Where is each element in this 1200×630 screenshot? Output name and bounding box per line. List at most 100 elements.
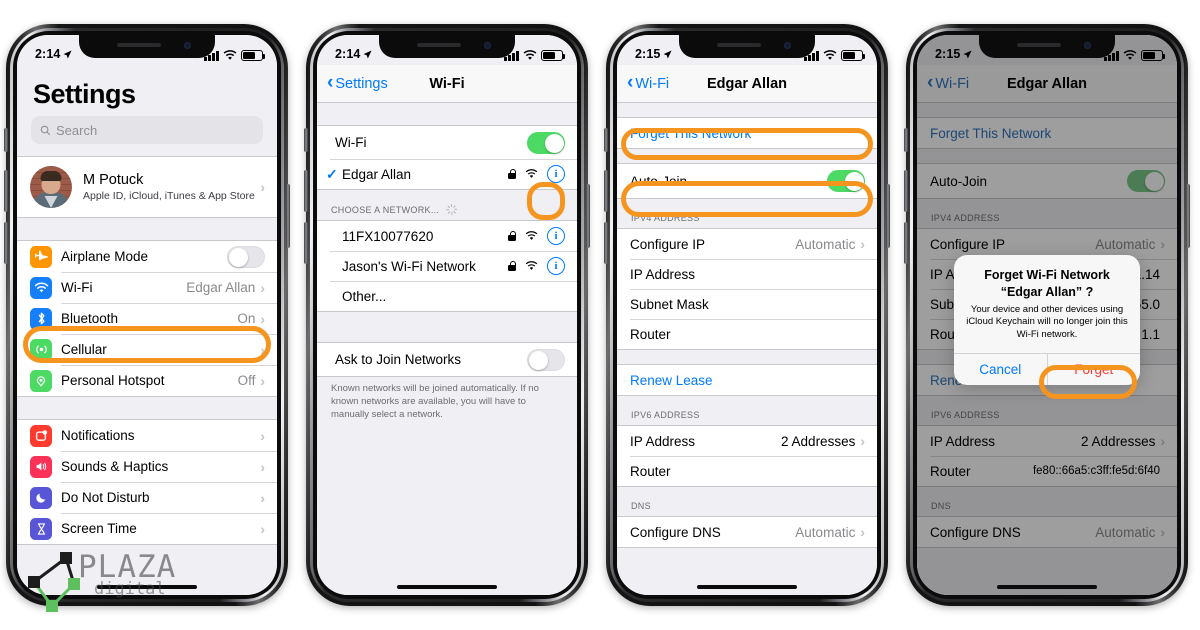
front-camera	[784, 42, 791, 49]
settings-label: Cellular	[61, 342, 107, 357]
volume-down-button[interactable]	[304, 222, 308, 264]
network-info-button[interactable]: i	[547, 227, 565, 245]
settings-row-cellular[interactable]: Cellular ›	[17, 334, 277, 365]
auto-join-row[interactable]: Auto-Join	[617, 164, 877, 198]
wifi-toggle[interactable]	[527, 131, 565, 154]
mute-switch[interactable]	[904, 128, 908, 152]
watermark: PLAZA digital	[12, 538, 180, 624]
phone-2-screen: 2:14 ‹ Settings Wi-Fi Wi-Fi ✓ Edgar Alla…	[317, 35, 577, 595]
volume-up-button[interactable]	[4, 170, 8, 212]
power-button[interactable]	[886, 184, 890, 248]
phone-3-screen: 2:15 ‹ Wi-Fi Edgar Allan Forget This Net…	[617, 35, 877, 595]
settings-row-sounds[interactable]: Sounds & Haptics ›	[17, 451, 277, 482]
volume-up-button[interactable]	[304, 170, 308, 212]
cancel-button[interactable]: Cancel	[954, 354, 1047, 385]
section-header-label: CHOOSE A NETWORK...	[331, 204, 440, 215]
renew-lease-label: Renew Lease	[630, 372, 713, 388]
settings-row-wifi[interactable]: Wi-Fi Edgar Allan ›	[17, 272, 277, 303]
settings-label: Airplane Mode	[61, 249, 149, 264]
notifications-icon	[30, 424, 52, 447]
network-row[interactable]: Jason's Wi-Fi Network i	[317, 251, 577, 281]
ask-to-join-toggle[interactable]	[527, 348, 565, 371]
power-button[interactable]	[586, 184, 590, 248]
row-configure-dns[interactable]: Configure DNS Automatic ›	[617, 517, 877, 547]
group-spacer	[317, 103, 577, 125]
auto-join-toggle[interactable]	[827, 170, 865, 192]
connected-network-row[interactable]: ✓ Edgar Allan i	[317, 159, 577, 189]
volume-up-button[interactable]	[904, 170, 908, 212]
settings-row-personal-hotspot[interactable]: Personal Hotspot Off ›	[17, 365, 277, 396]
forget-button[interactable]: Forget	[1046, 353, 1141, 385]
mute-switch[interactable]	[304, 128, 308, 152]
phone-4-screen: 2:15 ‹ Wi-Fi Edgar Allan Forget This Net…	[917, 35, 1177, 595]
page-title: Settings	[17, 65, 277, 116]
earpiece-speaker	[417, 43, 461, 47]
chevron-right-icon: ›	[860, 524, 865, 540]
renew-lease-row[interactable]: Renew Lease	[617, 365, 877, 395]
apple-id-row[interactable]: M Potuck Apple ID, iCloud, iTunes & App …	[17, 157, 277, 217]
connected-network-label: Edgar Allan	[342, 166, 412, 182]
watermark-sub: digital	[94, 579, 166, 599]
mute-switch[interactable]	[604, 128, 608, 152]
volume-down-button[interactable]	[604, 222, 608, 264]
power-button[interactable]	[1186, 184, 1190, 248]
alert-message: Your device and other devices using iClo…	[966, 303, 1128, 341]
volume-down-button[interactable]	[904, 222, 908, 264]
row-label: IP Address	[630, 433, 696, 449]
network-info-button[interactable]: i	[547, 165, 565, 183]
ipv6-header: IPV6 ADDRESS	[617, 396, 877, 425]
chevron-right-icon: ›	[260, 458, 265, 475]
volume-up-button[interactable]	[604, 170, 608, 212]
home-indicator[interactable]	[397, 585, 497, 589]
network-label: 11FX10077620	[342, 228, 434, 244]
dns-header: DNS	[617, 487, 877, 516]
wifi-signal-icon	[525, 261, 538, 270]
phone-1-screen: 2:14 Settings Search M Potuck Apple ID, …	[17, 35, 277, 595]
bluetooth-icon	[30, 307, 52, 330]
settings-row-do-not-disturb[interactable]: Do Not Disturb ›	[17, 482, 277, 513]
chevron-right-icon: ›	[260, 427, 265, 444]
earpiece-speaker	[117, 43, 161, 47]
row-configure-ip[interactable]: Configure IP Automatic ›	[617, 229, 877, 259]
chevron-right-icon: ›	[860, 236, 865, 252]
search-input[interactable]: Search	[31, 116, 263, 144]
wifi-toggle-row[interactable]: Wi-Fi	[317, 126, 577, 159]
chevron-right-icon: ›	[860, 433, 865, 449]
settings-label: Do Not Disturb	[61, 490, 150, 505]
volume-down-button[interactable]	[4, 222, 8, 264]
nav-title: Edgar Allan	[706, 75, 788, 92]
earpiece-speaker	[717, 43, 761, 47]
row-ip-address: IP Address	[617, 259, 877, 289]
airplane-mode-toggle[interactable]	[227, 245, 265, 268]
nav-title: Wi-Fi	[429, 75, 465, 92]
settings-label: Bluetooth	[61, 311, 119, 326]
chevron-right-icon: ›	[260, 310, 265, 327]
network-info-button[interactable]: i	[547, 257, 565, 275]
phone-3-network-detail: 2:15 ‹ Wi-Fi Edgar Allan Forget This Net…	[604, 24, 890, 606]
mute-switch[interactable]	[4, 128, 8, 152]
ask-to-join-row[interactable]: Ask to Join Networks	[317, 343, 577, 376]
settings-row-bluetooth[interactable]: Bluetooth On ›	[17, 303, 277, 334]
settings-row-notifications[interactable]: Notifications ›	[17, 420, 277, 451]
home-indicator[interactable]	[697, 585, 797, 589]
settings-value: On	[237, 311, 256, 326]
network-row-other[interactable]: Other...	[317, 281, 577, 311]
ask-to-join-group: Ask to Join Networks	[317, 342, 577, 377]
row-ipv6-address[interactable]: IP Address 2 Addresses ›	[617, 426, 877, 456]
settings-label: Sounds & Haptics	[61, 459, 169, 474]
available-networks-group: 11FX10077620 i Jason's Wi-Fi Network i O…	[317, 220, 577, 312]
forget-network-row[interactable]: Forget This Network	[617, 118, 877, 148]
renew-lease-group: Renew Lease	[617, 364, 877, 396]
auto-join-label: Auto-Join	[630, 173, 688, 189]
watermark-text: PLAZA digital	[78, 552, 176, 598]
network-row[interactable]: 11FX10077620 i	[317, 221, 577, 251]
power-button[interactable]	[286, 184, 290, 248]
settings-row-airplane-mode[interactable]: Airplane Mode	[17, 241, 277, 272]
forget-network-alert: Forget Wi-Fi Network “Edgar Allan” ? You…	[954, 255, 1141, 385]
row-ipv6-router: Router	[617, 456, 877, 486]
row-label: IP Address	[630, 266, 696, 282]
wifi-signal-icon	[525, 169, 538, 178]
loading-spinner-icon	[445, 204, 457, 215]
ask-to-join-footnote: Known networks will be joined automatica…	[317, 377, 577, 422]
wifi-icon	[30, 276, 52, 299]
